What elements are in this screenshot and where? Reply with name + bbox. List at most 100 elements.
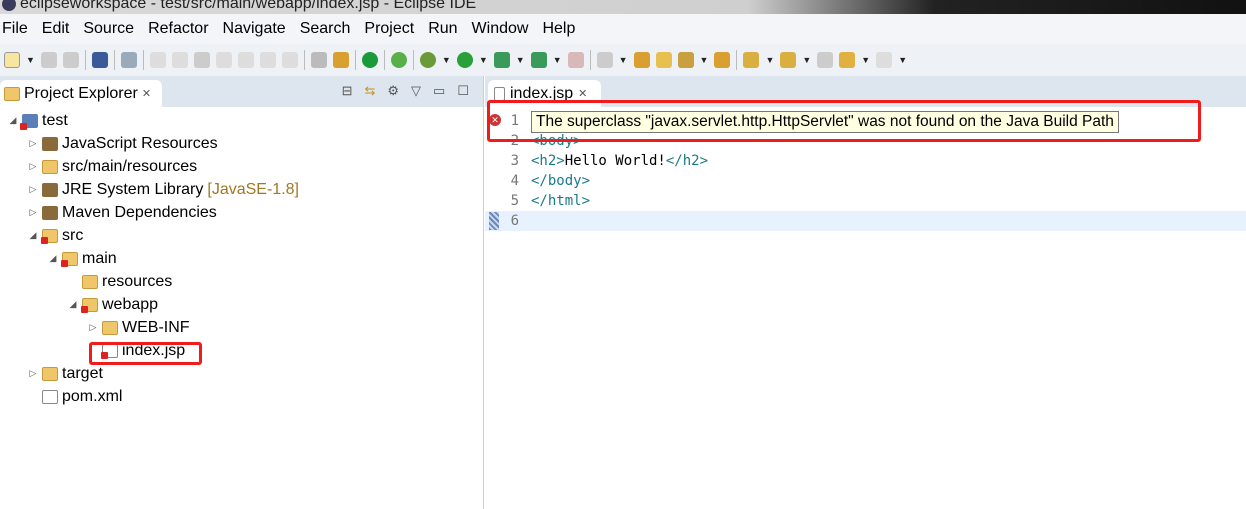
open-type-icon[interactable] bbox=[633, 52, 650, 68]
code-line[interactable]: 3 <h2>Hello World!</h2> bbox=[485, 151, 1246, 171]
tab-label: Project Explorer bbox=[24, 84, 138, 102]
expand-icon[interactable]: ▷ bbox=[26, 368, 40, 379]
chevron-down-icon[interactable]: ▼ bbox=[898, 55, 907, 65]
menu-source[interactable]: Source bbox=[83, 20, 134, 38]
code-text: </body> bbox=[531, 173, 591, 189]
terminate-icon[interactable] bbox=[193, 52, 210, 68]
code-line[interactable]: 5 </html> bbox=[485, 191, 1246, 211]
drop-to-frame-icon[interactable] bbox=[310, 52, 327, 68]
stop-server-icon[interactable] bbox=[567, 52, 584, 68]
suspend-icon[interactable] bbox=[171, 52, 188, 68]
use-step-filters-icon[interactable] bbox=[332, 52, 349, 68]
tree-item[interactable]: resources bbox=[0, 270, 484, 293]
search-tool-icon[interactable] bbox=[677, 52, 694, 68]
tree-item[interactable]: ▷ src/main/resources bbox=[0, 155, 484, 178]
expanded-icon[interactable]: ◢ bbox=[26, 230, 40, 241]
run-icon[interactable] bbox=[456, 52, 473, 68]
view-menu-icon[interactable]: ▽ bbox=[411, 83, 421, 99]
tree-item-label: pom.xml bbox=[62, 387, 123, 405]
minimize-icon[interactable]: ▭ bbox=[433, 83, 445, 99]
filter-icon[interactable]: ⚙ bbox=[387, 83, 399, 99]
highlight-box-error bbox=[487, 100, 1201, 142]
skip-breakpoints-icon[interactable] bbox=[120, 52, 137, 68]
close-icon[interactable]: ✕ bbox=[142, 87, 151, 100]
coverage-icon[interactable] bbox=[493, 52, 510, 68]
chevron-down-icon[interactable]: ▼ bbox=[861, 55, 870, 65]
chevron-down-icon[interactable]: ▼ bbox=[26, 55, 35, 65]
external-tools-icon[interactable] bbox=[530, 52, 547, 68]
jsp-file-icon bbox=[494, 86, 505, 101]
expand-icon[interactable]: ▷ bbox=[26, 161, 40, 172]
expand-icon[interactable]: ▷ bbox=[26, 184, 40, 195]
menu-help[interactable]: Help bbox=[542, 20, 575, 38]
new-icon[interactable] bbox=[4, 52, 20, 68]
expand-icon[interactable]: ▷ bbox=[86, 322, 100, 333]
tree-item-label: test bbox=[42, 111, 68, 129]
menu-run[interactable]: Run bbox=[428, 20, 457, 38]
save-icon[interactable] bbox=[40, 52, 57, 68]
previous-annotation-icon[interactable] bbox=[780, 52, 797, 68]
next-annotation-icon[interactable] bbox=[743, 52, 760, 68]
tree-item[interactable]: ◢ webapp bbox=[0, 293, 484, 316]
back-icon[interactable] bbox=[839, 52, 856, 68]
tree-item[interactable]: ▷ target bbox=[0, 362, 484, 385]
expand-icon[interactable]: ▷ bbox=[26, 138, 40, 149]
link-with-editor-icon[interactable]: ⇆ bbox=[364, 83, 375, 99]
folder-icon bbox=[102, 320, 118, 335]
library-icon bbox=[42, 136, 58, 151]
console-icon[interactable] bbox=[91, 52, 108, 68]
chevron-down-icon[interactable]: ▼ bbox=[619, 55, 628, 65]
code-line[interactable]: 6 bbox=[485, 211, 1246, 231]
step-into-icon[interactable] bbox=[237, 52, 254, 68]
tree-item[interactable]: index.jsp bbox=[0, 339, 484, 362]
chevron-down-icon[interactable]: ▼ bbox=[516, 55, 525, 65]
chevron-down-icon[interactable]: ▼ bbox=[479, 55, 488, 65]
tab-project-explorer[interactable]: Project Explorer ✕ bbox=[0, 80, 162, 107]
forward-icon[interactable] bbox=[876, 52, 893, 68]
menu-window[interactable]: Window bbox=[472, 20, 529, 38]
open-folder-icon[interactable] bbox=[655, 52, 672, 68]
menu-refactor[interactable]: Refactor bbox=[148, 20, 208, 38]
expanded-icon[interactable]: ◢ bbox=[46, 253, 60, 264]
tree-item[interactable]: ◢ test bbox=[0, 109, 484, 132]
tree-item-label: main bbox=[82, 249, 117, 267]
menu-file[interactable]: File bbox=[2, 20, 28, 38]
chevron-down-icon[interactable]: ▼ bbox=[802, 55, 811, 65]
collapse-all-icon[interactable]: ⊟ bbox=[342, 83, 353, 99]
open-task-icon[interactable] bbox=[714, 52, 731, 68]
menu-search[interactable]: Search bbox=[300, 20, 351, 38]
code-line[interactable]: 4 </body> bbox=[485, 171, 1246, 191]
step-over-icon[interactable] bbox=[259, 52, 276, 68]
spring-dashboard-icon[interactable] bbox=[390, 52, 407, 68]
tree-item[interactable]: ▷ JavaScript Resources bbox=[0, 132, 484, 155]
folder-icon bbox=[61, 251, 78, 267]
expand-icon[interactable]: ▷ bbox=[26, 207, 40, 218]
server-icon[interactable] bbox=[596, 52, 613, 68]
spring-boot-icon[interactable] bbox=[361, 52, 378, 68]
tree-item[interactable]: ◢ main bbox=[0, 247, 484, 270]
tree-item[interactable]: ◢ src bbox=[0, 224, 484, 247]
tree-item[interactable]: ▷ JRE System Library [JavaSE-1.8] bbox=[0, 178, 484, 201]
expanded-icon[interactable]: ◢ bbox=[6, 115, 20, 126]
tree-item-label: WEB-INF bbox=[122, 318, 190, 336]
resume-icon[interactable] bbox=[149, 52, 166, 68]
chevron-down-icon[interactable]: ▼ bbox=[700, 55, 709, 65]
tree-item[interactable]: ▷ WEB-INF bbox=[0, 316, 484, 339]
chevron-down-icon[interactable]: ▼ bbox=[553, 55, 562, 65]
chevron-down-icon[interactable]: ▼ bbox=[442, 55, 451, 65]
menu-edit[interactable]: Edit bbox=[42, 20, 70, 38]
last-edit-icon[interactable] bbox=[817, 52, 834, 68]
menu-navigate[interactable]: Navigate bbox=[223, 20, 286, 38]
tree-item[interactable]: pom.xml bbox=[0, 385, 484, 408]
close-icon[interactable]: ✕ bbox=[578, 87, 587, 100]
save-all-icon[interactable] bbox=[62, 52, 79, 68]
debug-icon[interactable] bbox=[419, 52, 436, 68]
tree-item-label: JavaScript Resources bbox=[62, 134, 218, 152]
menu-project[interactable]: Project bbox=[364, 20, 414, 38]
disconnect-icon[interactable] bbox=[215, 52, 232, 68]
step-return-icon[interactable] bbox=[281, 52, 298, 68]
maximize-icon[interactable]: ☐ bbox=[457, 83, 469, 99]
expanded-icon[interactable]: ◢ bbox=[66, 299, 80, 310]
tree-item[interactable]: ▷ Maven Dependencies bbox=[0, 201, 484, 224]
chevron-down-icon[interactable]: ▼ bbox=[765, 55, 774, 65]
